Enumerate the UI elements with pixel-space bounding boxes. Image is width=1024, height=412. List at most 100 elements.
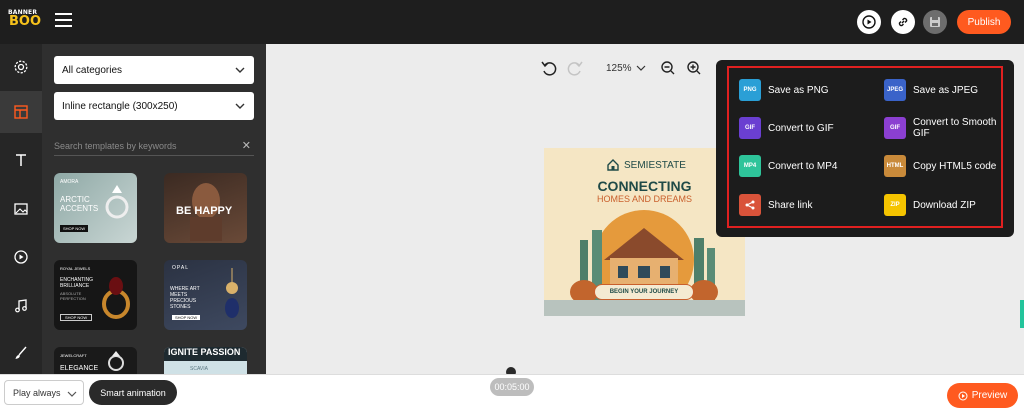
png-icon: PNG: [739, 79, 761, 101]
rail-image[interactable]: [0, 188, 42, 230]
chevron-down-icon[interactable]: [636, 63, 646, 73]
play-button[interactable]: [857, 10, 881, 34]
zoom-in-icon[interactable]: [686, 60, 702, 76]
template-title: ENCHANTING BRILLIANCE: [60, 277, 94, 289]
template-thumb[interactable]: AMORA ARCTIC ACCENTS SHOP NOW: [54, 173, 137, 243]
undo-icon[interactable]: [540, 59, 558, 77]
copy-html5-label: Copy HTML5 code: [913, 160, 997, 172]
template-search[interactable]: Search templates by keywords ✕: [54, 136, 254, 156]
preview-label: Preview: [971, 390, 1008, 401]
convert-gif-label: Convert to GIF: [768, 122, 834, 134]
template-thumb[interactable]: ROYAL JEWELS ENCHANTING BRILLIANCE ABSOL…: [54, 260, 137, 330]
convert-mp4-label: Convert to MP4: [768, 160, 838, 172]
save-png-label: Save as PNG: [768, 84, 829, 96]
top-bar: BANNER BOO Publish: [0, 0, 1024, 44]
template-thumb[interactable]: IGNITE PASSION SCAVIA: [164, 347, 247, 374]
smooth-gif-icon: GIF: [884, 117, 906, 139]
app-logo[interactable]: BANNER BOO: [8, 9, 41, 31]
copy-html5-option[interactable]: HTML Copy HTML5 code: [884, 154, 996, 178]
category-select[interactable]: All categories: [54, 56, 254, 84]
rail-music[interactable]: [0, 285, 42, 327]
menu-icon[interactable]: [55, 13, 72, 27]
save-jpeg-option[interactable]: JPEG Save as JPEG: [884, 78, 978, 102]
template-brand: OPAL: [172, 265, 189, 271]
chevron-down-icon: [235, 103, 245, 109]
template-title: IGNITE PASSION: [164, 347, 247, 361]
brush-icon: [15, 346, 27, 359]
chevron-down-icon: [235, 67, 245, 73]
ad-banner-preview[interactable]: SEMIESTATE CONNECTING HOMES AND DREAMS B…: [544, 148, 745, 316]
publish-button[interactable]: Publish: [957, 10, 1011, 34]
template-brand: AMORA: [60, 179, 79, 185]
category-select-value: All categories: [62, 64, 123, 76]
template-subtitle: SCAVIA: [190, 366, 208, 372]
save-disk-icon: [930, 17, 940, 27]
gif-icon: GIF: [739, 117, 761, 139]
template-thumb[interactable]: JEWELCRAFT ELEGANCE: [54, 347, 137, 374]
template-title: BE HAPPY: [176, 205, 233, 217]
rail-text[interactable]: [0, 139, 42, 181]
save-png-option[interactable]: PNG Save as PNG: [739, 78, 829, 102]
link-button[interactable]: [891, 10, 915, 34]
play-circle-icon: [862, 15, 876, 29]
template-thumb[interactable]: OPAL WHERE ART MEETS PRECIOUS STONES SHO…: [164, 260, 247, 330]
preview-button[interactable]: Preview: [947, 383, 1018, 408]
timeline-timer: 00:05:00: [490, 378, 534, 396]
save-button[interactable]: [923, 10, 947, 34]
size-select-value: Inline rectangle (300x250): [62, 100, 178, 112]
bottom-bar: Play always Smart animation 00:05:00 Pre…: [0, 374, 1024, 412]
image-icon: [14, 203, 28, 215]
template-subtitle: ABSOLUTE PERFECTION: [60, 291, 86, 301]
mp4-icon: MP4: [739, 155, 761, 177]
redo-icon[interactable]: [566, 59, 584, 77]
house-illustration: [544, 210, 745, 316]
download-zip-label: Download ZIP: [913, 199, 976, 211]
template-cta: SHOP NOW: [60, 314, 93, 321]
chevron-down-icon: [67, 391, 77, 397]
template-title: ARCTIC ACCENTS: [60, 195, 99, 213]
music-icon: [15, 299, 27, 313]
logo-text-bottom: BOO: [9, 14, 42, 29]
templates-panel: All categories Inline rectangle (300x250…: [42, 44, 266, 374]
settings-icon: [14, 60, 28, 74]
ad-cta-button: BEGIN YOUR JOURNEY: [594, 284, 694, 300]
html-icon: HTML: [884, 155, 906, 177]
ad-headline: CONNECTING: [597, 178, 692, 194]
play-mode-value: Play always: [13, 387, 61, 398]
smart-animation-button[interactable]: Smart animation: [89, 380, 177, 405]
house-logo-icon: [607, 159, 619, 171]
ring-image: [102, 277, 130, 319]
side-tab[interactable]: [1020, 300, 1024, 328]
ad-brand: SEMIESTATE: [624, 160, 686, 171]
rail-templates[interactable]: [0, 91, 42, 133]
save-jpeg-label: Save as JPEG: [913, 84, 979, 96]
share-link-option[interactable]: Share link: [739, 193, 812, 217]
left-rail: [0, 44, 42, 374]
template-cta: SHOP NOW: [60, 225, 89, 232]
video-icon: [14, 250, 28, 264]
canvas-toolbar: 125%: [540, 58, 702, 78]
zoom-level[interactable]: 125%: [606, 63, 632, 74]
clear-search-icon[interactable]: ✕: [242, 139, 251, 152]
template-brand: JEWELCRAFT: [60, 353, 87, 358]
ring-image: [105, 185, 129, 219]
template-thumb[interactable]: BE HAPPY: [164, 173, 247, 243]
text-icon: [16, 154, 26, 166]
zoom-out-icon[interactable]: [660, 60, 676, 76]
template-title: ELEGANCE: [60, 365, 99, 372]
download-zip-option[interactable]: ZIP Download ZIP: [884, 193, 976, 217]
template-brand: ROYAL JEWELS: [60, 266, 91, 271]
rail-settings[interactable]: [0, 46, 42, 88]
template-title: WHERE ART MEETS PRECIOUS STONES: [170, 286, 200, 310]
templates-icon: [14, 105, 28, 119]
share-icon: [739, 194, 761, 216]
convert-mp4-option[interactable]: MP4 Convert to MP4: [739, 154, 837, 178]
search-input[interactable]: Search templates by keywords: [54, 141, 177, 151]
convert-gif-option[interactable]: GIF Convert to GIF: [739, 116, 834, 140]
diamond-ring-image: [108, 351, 124, 371]
rail-video[interactable]: [0, 236, 42, 278]
rail-brush[interactable]: [0, 332, 42, 374]
size-select[interactable]: Inline rectangle (300x250): [54, 92, 254, 120]
convert-smooth-gif-option[interactable]: GIF Convert to Smooth GIF: [884, 116, 1002, 140]
play-mode-select[interactable]: Play always: [4, 380, 84, 405]
